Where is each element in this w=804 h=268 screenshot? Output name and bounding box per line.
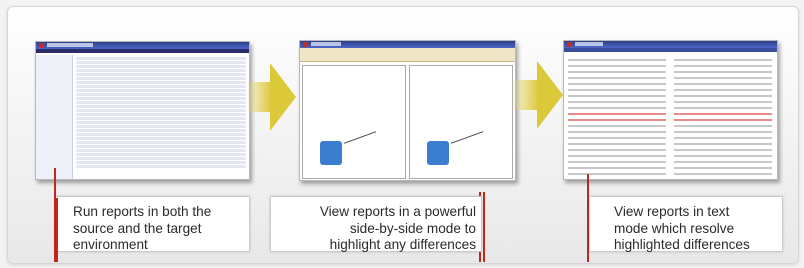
step-2-caption: View reports in a powerful side-by-side … — [276, 204, 476, 254]
caption-marker — [483, 192, 485, 262]
caption-line: View reports in text — [614, 204, 730, 219]
report-list-screenshot — [35, 41, 250, 180]
caption-line: View reports in a powerful — [319, 204, 476, 219]
caption-line: side-by-side mode to — [349, 220, 476, 236]
caption-line: highlight any differences — [329, 237, 476, 252]
arrow-shaft — [514, 80, 539, 110]
caption-line: highlighted differences — [614, 237, 750, 252]
step-3-caption: View reports in text mode which resolve … — [614, 204, 750, 254]
caption-line: Run reports in both the — [73, 204, 212, 219]
screenshot-titlebar — [36, 42, 249, 49]
caption-line: source and the target — [73, 220, 202, 236]
screenshot-titlebar — [300, 41, 515, 48]
caption-line: mode which resolve — [614, 220, 735, 236]
caption-marker — [56, 198, 58, 262]
text-mode-screenshot — [563, 40, 778, 180]
screenshot-titlebar — [564, 41, 777, 48]
caption-line: environment — [73, 237, 148, 252]
step-arrow-icon — [537, 61, 563, 129]
step-arrow-icon — [270, 63, 296, 131]
side-by-side-screenshot — [299, 40, 516, 181]
connector-line — [587, 174, 589, 262]
arrow-shaft — [248, 82, 272, 112]
step-1-caption: Run reports in both the source and the t… — [73, 204, 211, 254]
